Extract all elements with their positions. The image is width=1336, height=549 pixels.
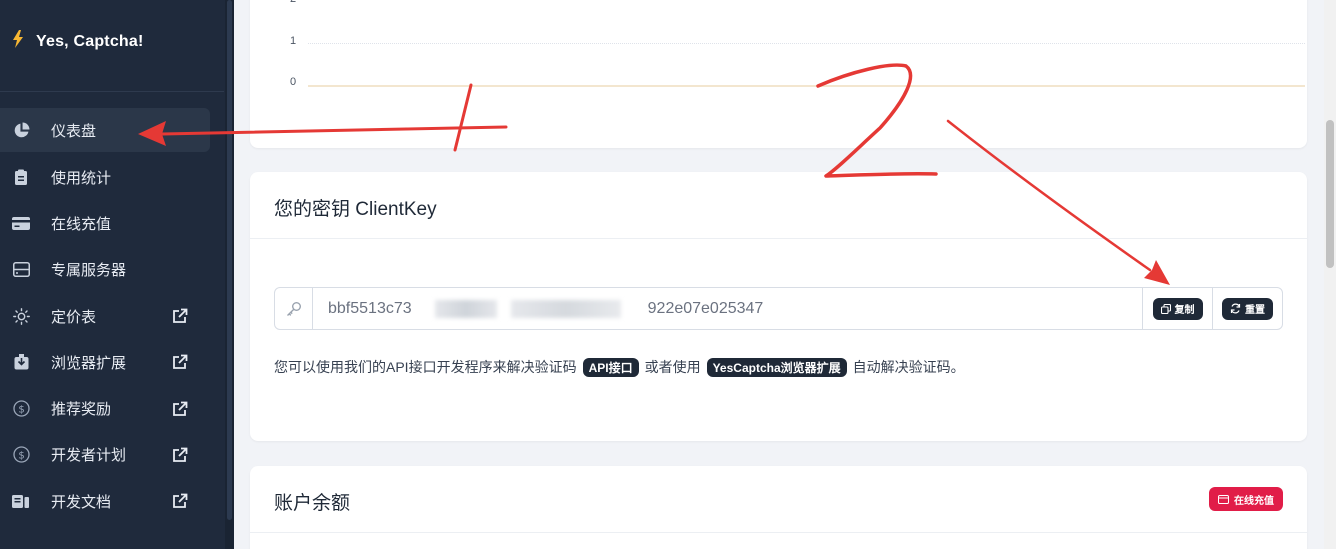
sun-icon xyxy=(12,307,30,325)
extension-link[interactable]: YesCaptcha浏览器扩展 xyxy=(706,357,847,377)
client-key-value[interactable]: bbf5513c73 922e07e025347 xyxy=(313,288,1142,329)
reset-button[interactable]: 重置 xyxy=(1222,297,1273,320)
y-tick-label: 0 xyxy=(290,76,297,88)
document-icon xyxy=(12,492,30,510)
main-content: 2 1 0 您的密钥 ClientKey bbf5513c73 922e07e0… xyxy=(234,0,1324,549)
key-icon xyxy=(275,288,313,329)
refresh-icon xyxy=(1230,303,1241,314)
dollar-icon: $ xyxy=(12,400,30,418)
account-balance-card: 账户余额 在线充值 xyxy=(250,466,1307,549)
sidebar: Yes, Captcha! 仪表盘 使用统计 在线充值 专属服务器 定价表 浏览… xyxy=(0,0,234,549)
lightning-icon xyxy=(12,30,24,53)
sidebar-divider xyxy=(0,91,224,92)
grid-line xyxy=(308,43,1305,44)
external-link-icon xyxy=(172,493,188,509)
api-docs-link[interactable]: API接口 xyxy=(582,357,639,377)
redaction-blur xyxy=(435,300,497,318)
zero-series-line xyxy=(308,85,1305,87)
svg-text:$: $ xyxy=(18,451,24,462)
sidebar-item-pricing[interactable]: 定价表 xyxy=(0,293,224,339)
y-tick-label: 1 xyxy=(290,35,297,47)
dollar-icon: $ xyxy=(12,446,30,464)
reset-cell: 重置 xyxy=(1212,288,1282,329)
desc-text: 或者使用 xyxy=(644,359,701,375)
sidebar-nav: 仪表盘 使用统计 在线充值 专属服务器 定价表 浏览器扩展 $ 推荐奖励 $ 开… xyxy=(0,108,224,524)
sidebar-item-label: 推荐奖励 xyxy=(51,401,112,419)
download-icon xyxy=(12,353,30,371)
sidebar-item-label: 使用统计 xyxy=(51,169,112,187)
clipboard-icon xyxy=(12,168,30,186)
external-link-icon xyxy=(172,354,188,370)
card-title: 账户余额 xyxy=(274,493,351,514)
sidebar-item-label: 仪表盘 xyxy=(51,122,97,140)
page-scrollbar[interactable] xyxy=(1324,0,1336,549)
copy-button[interactable]: 复制 xyxy=(1152,297,1203,320)
server-icon xyxy=(12,261,30,279)
svg-text:$: $ xyxy=(18,404,24,415)
sidebar-item-dedicated-server[interactable]: 专属服务器 xyxy=(0,247,224,293)
sidebar-item-label: 在线充值 xyxy=(51,215,112,233)
recharge-button[interactable]: 在线充值 xyxy=(1209,487,1283,511)
external-link-icon xyxy=(172,401,188,417)
brand-name: Yes, Captcha! xyxy=(36,32,144,50)
sidebar-scrollbar[interactable] xyxy=(225,0,234,549)
client-key-card: 您的密钥 ClientKey bbf5513c73 922e07e025347 … xyxy=(250,172,1307,441)
sidebar-item-usage-stats[interactable]: 使用统计 xyxy=(0,154,224,200)
brand[interactable]: Yes, Captcha! xyxy=(12,30,144,53)
card-divider xyxy=(250,238,1307,239)
copy-button-label: 复制 xyxy=(1174,305,1195,316)
sidebar-item-dev-docs[interactable]: 开发文档 xyxy=(0,478,224,524)
external-link-icon xyxy=(172,447,188,463)
y-tick-label: 2 xyxy=(290,0,296,5)
client-key-end: 922e07e025347 xyxy=(647,299,764,317)
usage-chart-card: 2 1 0 xyxy=(250,0,1307,148)
sidebar-item-browser-extension[interactable]: 浏览器扩展 xyxy=(0,339,224,385)
sidebar-item-label: 浏览器扩展 xyxy=(51,354,127,372)
card-title: 您的密钥 ClientKey xyxy=(274,199,437,220)
credit-card-icon xyxy=(1218,494,1229,504)
sidebar-item-label: 开发文档 xyxy=(51,493,112,511)
page-scrollbar-thumb[interactable] xyxy=(1326,120,1334,268)
sidebar-scrollbar-thumb[interactable] xyxy=(227,0,232,520)
sidebar-item-recharge[interactable]: 在线充值 xyxy=(0,200,224,246)
client-key-field: bbf5513c73 922e07e025347 复制 重置 xyxy=(274,287,1283,330)
redaction-blur xyxy=(511,300,621,318)
sidebar-item-label: 专属服务器 xyxy=(51,262,127,280)
sidebar-item-label: 定价表 xyxy=(51,308,97,326)
recharge-button-label: 在线充值 xyxy=(1234,495,1274,507)
sidebar-item-developer-program[interactable]: $ 开发者计划 xyxy=(0,432,224,478)
desc-text: 您可以使用我们的API接口开发程序来解决验证码 xyxy=(274,359,577,375)
reset-button-label: 重置 xyxy=(1245,305,1265,316)
external-link-icon xyxy=(172,308,188,324)
client-key-description: 您可以使用我们的API接口开发程序来解决验证码 API接口 或者使用 YesCa… xyxy=(274,357,965,377)
desc-text: 自动解决验证码。 xyxy=(852,359,965,375)
sidebar-item-dashboard[interactable]: 仪表盘 xyxy=(0,108,210,152)
copy-cell: 复制 xyxy=(1142,288,1212,329)
pie-chart-icon xyxy=(12,121,30,139)
copy-icon xyxy=(1160,303,1171,314)
client-key-start: bbf5513c73 xyxy=(328,299,412,317)
credit-card-icon xyxy=(12,214,30,232)
sidebar-item-label: 开发者计划 xyxy=(51,447,127,465)
card-divider xyxy=(250,532,1307,533)
sidebar-item-referral-rewards[interactable]: $ 推荐奖励 xyxy=(0,385,224,431)
